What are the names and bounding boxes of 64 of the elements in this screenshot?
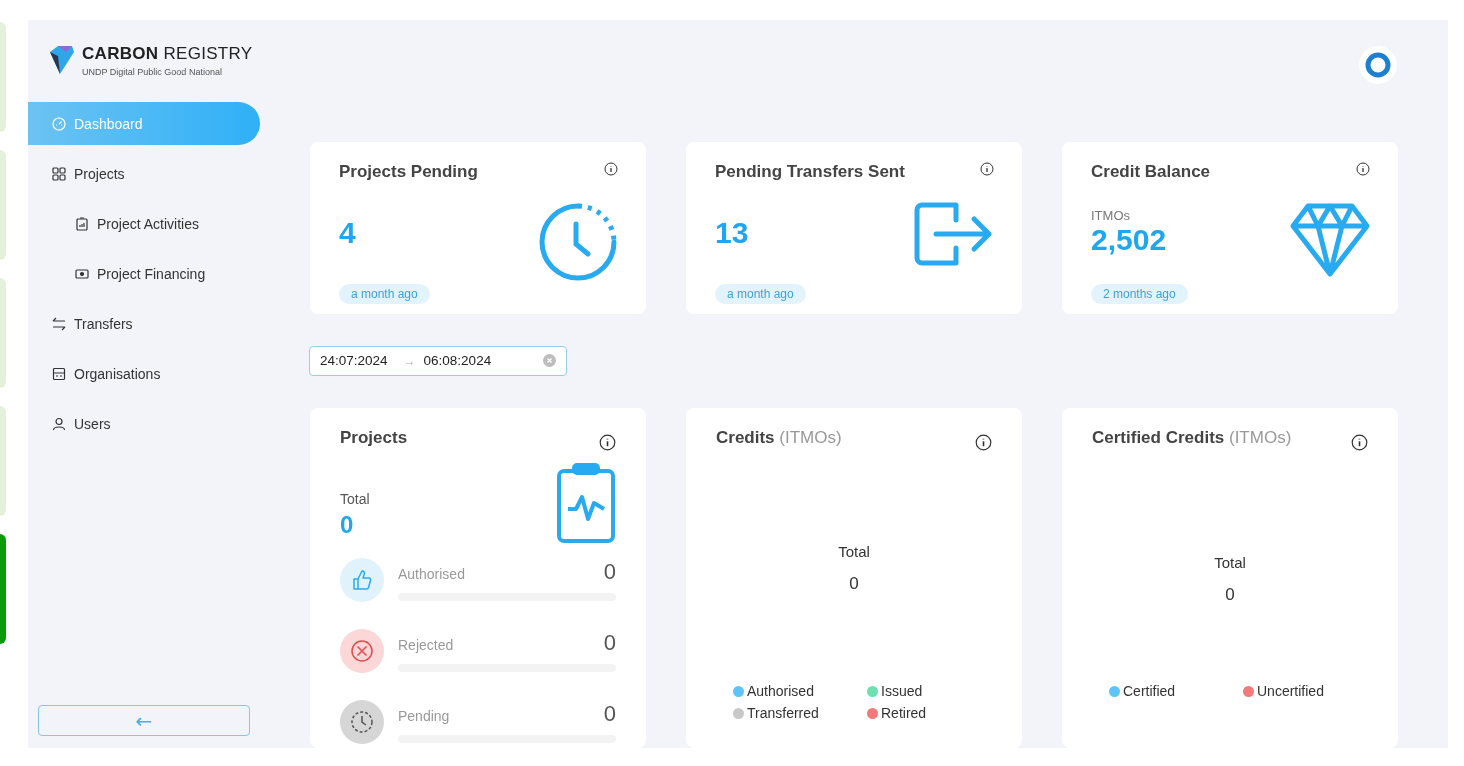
- arrow-separator: →: [403, 353, 416, 368]
- avatar-icon[interactable]: [1358, 45, 1398, 85]
- start-date: 24:07:2024: [320, 353, 388, 369]
- nav-item[interactable]: Project Activities: [28, 202, 260, 245]
- nav-item[interactable]: Project Financing: [28, 252, 260, 295]
- status-label: Authorised: [398, 565, 465, 582]
- date-range-field[interactable]: 24:07:2024 → 06:08:2024: [309, 345, 567, 376]
- status-label: Rejected: [398, 636, 454, 653]
- card-title: Projects Pending: [339, 161, 479, 182]
- time-badge: 2 months ago: [1091, 283, 1188, 304]
- card-title: Credits (ITMOs): [716, 428, 842, 448]
- total-value: 0: [848, 574, 860, 594]
- legend-label: Certified: [1123, 683, 1176, 699]
- legend-label: Transferred: [747, 705, 819, 721]
- status-count: 0: [603, 700, 616, 727]
- total-label: Total: [837, 543, 871, 560]
- legend-label: Retired: [881, 705, 927, 721]
- legend-label: Issued: [881, 683, 923, 699]
- card-title: Projects: [340, 428, 408, 448]
- card-title: Credit Balance: [1091, 161, 1212, 182]
- info-icon[interactable]: [604, 161, 618, 176]
- time-badge: a month ago: [339, 283, 430, 304]
- info-icon[interactable]: [980, 161, 994, 176]
- clock-icon: [340, 699, 384, 744]
- legend-label: Authorised: [747, 683, 814, 699]
- clipboard-icon: [75, 216, 89, 231]
- stat-value: 2,502: [1091, 223, 1168, 258]
- end-date: 06:08:2024: [423, 353, 492, 369]
- brand-tagline: UNDP Digital Public Good National: [82, 67, 223, 77]
- brand-name: CARBON REGISTRY: [82, 44, 253, 64]
- diamond-icon: [1290, 201, 1370, 278]
- status-label: Pending: [398, 707, 450, 724]
- cross-circle-icon: [340, 628, 384, 673]
- stat-value: 4: [339, 215, 357, 250]
- total-label: Total: [1213, 554, 1247, 571]
- stat-value: 13: [715, 215, 750, 250]
- grid-icon: [52, 166, 66, 181]
- nav-item[interactable]: Users: [28, 402, 260, 445]
- total-value: 0: [1224, 585, 1236, 605]
- card-title: Certified Credits (ITMOs): [1092, 428, 1292, 448]
- total-label: Total: [340, 491, 370, 507]
- info-icon[interactable]: [1351, 434, 1368, 451]
- clipboard-pulse-icon: [556, 463, 616, 543]
- user-icon: [52, 416, 66, 431]
- exit-arrow-icon: [914, 201, 994, 266]
- cash-icon: [75, 266, 89, 281]
- time-badge: a month ago: [715, 283, 806, 304]
- info-icon[interactable]: [599, 434, 616, 451]
- clock-icon: [538, 201, 618, 282]
- nav-item[interactable]: Organisations: [28, 352, 260, 395]
- info-icon[interactable]: [1356, 161, 1370, 176]
- dashboard-icon: [52, 116, 66, 131]
- transfer-icon: [52, 316, 66, 331]
- total-value: 0: [340, 511, 355, 539]
- legend-label: Uncertified: [1257, 683, 1324, 699]
- card-title: Pending Transfers Sent: [715, 161, 906, 182]
- building-icon: [52, 366, 66, 381]
- status-count: 0: [603, 629, 616, 656]
- status-count: 0: [603, 558, 616, 585]
- thumbs-up-icon: [340, 557, 384, 602]
- nav-item[interactable]: Projects: [28, 152, 260, 195]
- nav-item[interactable]: Transfers: [28, 302, 260, 345]
- unit-label: ITMOs: [1091, 208, 1131, 224]
- info-icon[interactable]: [975, 434, 992, 451]
